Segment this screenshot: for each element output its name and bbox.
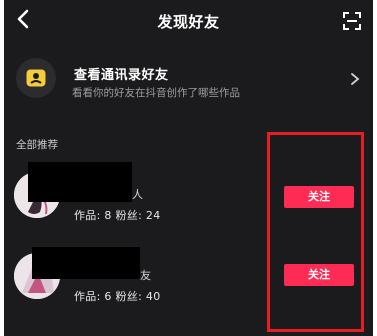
contacts-icon-badge [16,58,56,98]
view-contacts-entry[interactable]: 查看通讯录好友 看看你的好友在抖音创作了哪些作品 [4,52,373,110]
contacts-title: 查看通讯录好友 [74,68,169,83]
redaction-block [28,162,132,202]
follow-button[interactable]: 关注 [284,186,354,208]
user-stats: 作品: 6 粉丝: 40 [74,290,161,303]
user-name-suffix: 友 [140,269,151,282]
page-title: 发现好友 [157,13,220,31]
section-label-all-recommended: 全部推荐 [16,139,58,151]
redaction-block [32,247,140,279]
app-screen: 发现好友 查看通讯录好友 看看你的好友在抖音创作了哪些作品 全部推荐 人 作品:… [4,0,373,336]
user-stats: 作品: 8 粉丝: 24 [74,209,161,222]
list-item-user-2[interactable]: 友 作品: 6 粉丝: 40 关注 [4,247,373,313]
contacts-book-icon [26,69,46,87]
scan-icon [343,12,361,30]
follow-button[interactable]: 关注 [284,264,354,286]
top-bar: 发现好友 [4,0,373,44]
list-item-user-1[interactable]: 人 作品: 8 粉丝: 24 关注 [4,162,373,232]
scan-button[interactable] [339,8,365,34]
contacts-subtitle: 看看你的好友在抖音创作了哪些作品 [72,87,240,99]
chevron-right-icon [351,73,360,85]
user-name-suffix: 人 [132,188,143,201]
